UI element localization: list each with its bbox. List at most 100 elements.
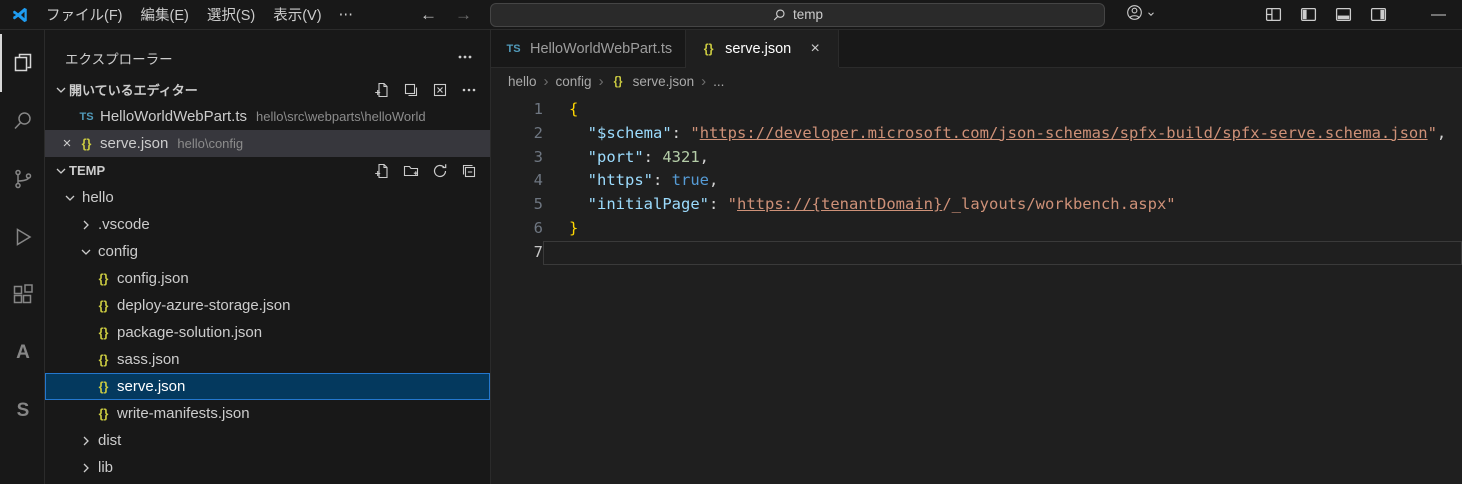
tree-item-deploy-azure-storage-json[interactable]: {} deploy-azure-storage.json <box>45 292 490 319</box>
open-editors-more-actions-icon[interactable] <box>458 79 480 101</box>
tab-label: serve.json <box>725 40 792 57</box>
breadcrumb-folder-config[interactable]: config <box>556 74 592 89</box>
more-menus-button[interactable]: ⋯ <box>331 4 363 26</box>
tab-helloworldwebpart-ts[interactable]: TS HelloWorldWebPart.ts <box>491 30 687 67</box>
tree-item-lib[interactable]: lib <box>45 454 490 481</box>
activity-source-control-icon[interactable] <box>0 150 44 208</box>
title-bar: ファイル(F) 編集(E) 選択(S) 表示(V) ⋯ ← → temp — <box>0 0 1462 30</box>
close-all-editors-icon[interactable] <box>429 79 451 101</box>
activity-extensions-icon[interactable] <box>0 266 44 324</box>
json-file-icon: {} <box>98 271 109 286</box>
chevron-right-icon <box>78 217 94 233</box>
open-editors-list: TS HelloWorldWebPart.ts hello\src\webparts… <box>45 103 490 157</box>
json-file-icon: {} <box>98 325 109 340</box>
chevron-down-icon <box>1146 7 1156 23</box>
breadcrumb-separator: › <box>543 73 549 90</box>
toggle-secondary-sidebar-button[interactable] <box>1368 5 1388 25</box>
line-number: 7 <box>533 242 543 261</box>
open-editors-section-header[interactable]: 開いているエディター <box>45 76 490 103</box>
new-folder-icon[interactable] <box>400 160 422 182</box>
tree-item-hello[interactable]: hello <box>45 184 490 211</box>
history-navigation: ← → <box>420 5 472 25</box>
breadcrumb-symbol-path[interactable]: ... <box>713 74 724 89</box>
chevron-down-icon <box>62 190 78 206</box>
json-file-icon: {} <box>98 352 109 367</box>
workspace-section-header[interactable]: TEMP <box>45 157 490 184</box>
json-file-icon: {} <box>98 379 109 394</box>
breadcrumb-separator: › <box>701 73 707 90</box>
code-editor[interactable]: 1{2 "$schema": "https://developer.micros… <box>491 95 1462 484</box>
line-number: 4 <box>533 171 543 190</box>
chevron-right-icon <box>78 433 94 449</box>
tree-item-package-solution-json[interactable]: {} package-solution.json <box>45 319 490 346</box>
menu-file[interactable]: ファイル(F) <box>37 1 132 28</box>
json-file-icon: {} <box>81 136 92 151</box>
code-line-2: 2 "$schema": "https://developer.microsof… <box>491 122 1462 146</box>
menu-bar: ファイル(F) 編集(E) 選択(S) 表示(V) ⋯ <box>37 1 362 28</box>
tree-item--vscode[interactable]: .vscode <box>45 211 490 238</box>
chevron-down-icon <box>53 163 69 179</box>
minimize-window-button[interactable]: — <box>1425 6 1452 23</box>
menu-view[interactable]: 表示(V) <box>264 1 330 28</box>
open-editors-label: 開いているエディター <box>69 83 198 98</box>
menu-edit[interactable]: 編集(E) <box>132 1 198 28</box>
line-number: 2 <box>533 123 543 142</box>
tab-serve-json[interactable]: {} serve.json × <box>686 30 840 67</box>
close-tab-icon[interactable]: × <box>805 39 825 59</box>
code-line-1: 1{ <box>491 98 1462 122</box>
activity-run-debug-icon[interactable] <box>0 208 44 266</box>
chevron-down-icon <box>78 244 94 260</box>
explorer-more-actions-icon[interactable] <box>454 46 476 68</box>
json-file-icon: {} <box>703 41 714 56</box>
line-number: 5 <box>533 195 543 214</box>
vscode-logo-icon <box>11 6 29 24</box>
breadcrumb: hello › config › {} serve.json › ... <box>491 68 1462 95</box>
layout-controls: — <box>1263 5 1462 25</box>
toggle-primary-sidebar-button[interactable] <box>1298 5 1318 25</box>
open-editor-item-serve-json[interactable]: ×{} serve.json hello\config <box>45 130 490 157</box>
json-file-icon: {} <box>613 75 623 88</box>
file-tree: hello .vscode config{} config.json{} deploy-… <box>45 184 490 484</box>
tree-item-write-manifests-json[interactable]: {} write-manifests.json <box>45 400 490 427</box>
code-line-7: 7 <box>491 241 1462 265</box>
tab-bar-empty-space <box>839 30 1462 67</box>
accounts-button[interactable] <box>1125 3 1156 26</box>
code-line-4: 4 "https": true, <box>491 169 1462 193</box>
breadcrumb-folder-hello[interactable]: hello <box>508 74 537 89</box>
search-icon <box>772 8 786 22</box>
menu-selection[interactable]: 選択(S) <box>198 1 264 28</box>
tree-item-serve-json[interactable]: {} serve.json <box>45 373 490 400</box>
line-number: 3 <box>533 147 543 166</box>
close-editor-icon[interactable]: × <box>57 135 77 152</box>
sidebar-header: エクスプローラー <box>45 30 490 76</box>
json-file-icon: {} <box>98 298 109 313</box>
go-forward-button[interactable]: → <box>455 5 472 25</box>
go-back-button[interactable]: ← <box>420 5 437 25</box>
open-editor-item-helloworldwebpart-ts[interactable]: TS HelloWorldWebPart.ts hello\src\webparts… <box>45 103 490 130</box>
new-file-icon[interactable] <box>371 160 393 182</box>
chevron-right-icon <box>78 460 94 476</box>
toggle-panel-button[interactable] <box>1333 5 1353 25</box>
activity-spfx-toolkit-icon[interactable]: S <box>0 382 44 440</box>
line-number: 6 <box>533 218 543 237</box>
new-untitled-file-icon[interactable] <box>371 79 393 101</box>
tree-item-config-json[interactable]: {} config.json <box>45 265 490 292</box>
save-all-icon[interactable] <box>400 79 422 101</box>
typescript-file-icon: TS <box>506 42 521 55</box>
chevron-down-icon <box>53 82 69 98</box>
vscode-window: ファイル(F) 編集(E) 選択(S) 表示(V) ⋯ ← → temp — A… <box>0 0 1462 484</box>
code-line-6: 6} <box>491 217 1462 241</box>
code-line-5: 5 "initialPage": "https://{tenantDomain}… <box>491 193 1462 217</box>
tree-item-config[interactable]: config <box>45 238 490 265</box>
command-center-search[interactable]: temp <box>490 2 1106 27</box>
tree-item-dist[interactable]: dist <box>45 427 490 454</box>
refresh-explorer-icon[interactable] <box>429 160 451 182</box>
customize-layout-button[interactable] <box>1263 5 1283 25</box>
activity-search-icon[interactable] <box>0 92 44 150</box>
breadcrumb-file-serve-json[interactable]: serve.json <box>633 74 695 89</box>
collapse-folders-icon[interactable] <box>458 160 480 182</box>
activity-explorer-icon[interactable] <box>0 34 44 92</box>
tree-item-sass-json[interactable]: {} sass.json <box>45 346 490 373</box>
activity-azure-icon[interactable]: A <box>0 324 44 382</box>
sidebar-title: エクスプローラー <box>65 52 173 67</box>
